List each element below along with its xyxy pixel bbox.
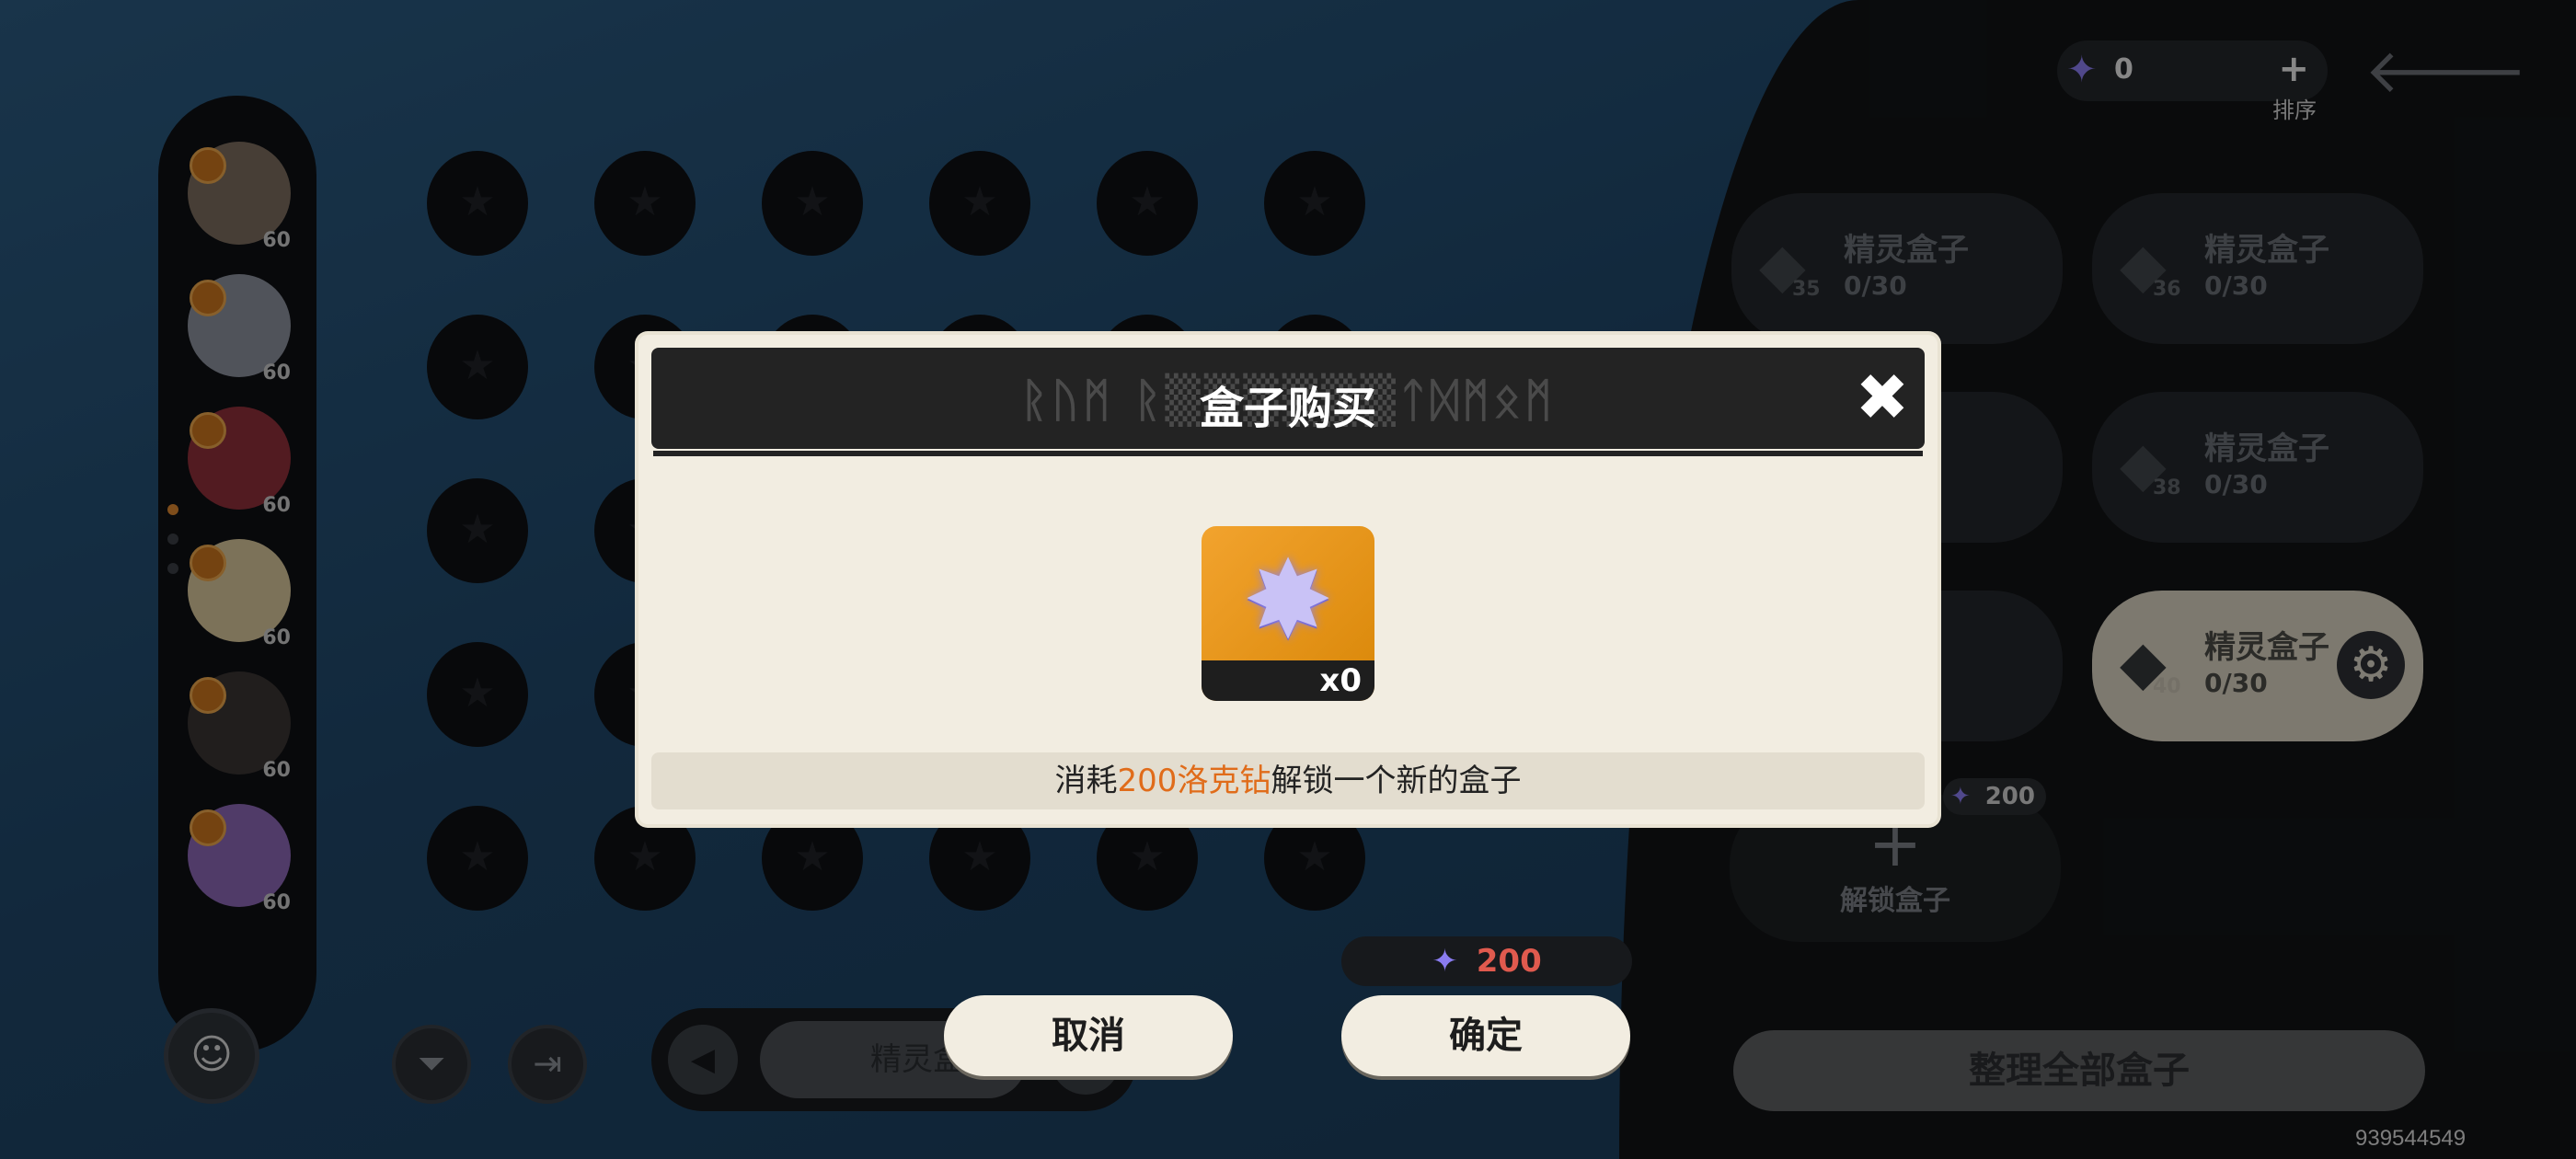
- dialog-title: 盒子购买: [1199, 383, 1376, 434]
- item-count: x0: [1202, 660, 1374, 701]
- crystal-icon: ✸: [1242, 536, 1334, 663]
- gem-icon: ✦: [1432, 943, 1458, 980]
- desc-suffix: 解锁一个新的盒子: [1271, 763, 1522, 799]
- desc-cost-highlight: 200洛克钻: [1117, 763, 1271, 799]
- purchase-box-dialog: ᚱᚢᛗ ᚱ▒▒▒▒▒▒ᛏᛞᛗᛟᛗ 盒子购买 ✖ ✸ x0 消耗200洛克钻解锁一…: [638, 335, 1938, 824]
- confirm-button[interactable]: 确定: [1341, 995, 1630, 1076]
- dialog-description: 消耗200洛克钻解锁一个新的盒子: [651, 752, 1925, 809]
- cancel-button[interactable]: 取消: [944, 995, 1233, 1076]
- confirm-cost-badge: ✦ 200: [1341, 936, 1632, 986]
- divider: [653, 451, 1923, 456]
- confirm-cost: 200: [1476, 943, 1542, 980]
- close-icon[interactable]: ✖: [1849, 364, 1915, 430]
- dialog-header: ᚱᚢᛗ ᚱ▒▒▒▒▒▒ᛏᛞᛗᛟᛗ 盒子购买 ✖: [651, 348, 1925, 449]
- desc-prefix: 消耗: [1054, 763, 1118, 799]
- gem-item-card: ✸ x0: [1202, 526, 1374, 701]
